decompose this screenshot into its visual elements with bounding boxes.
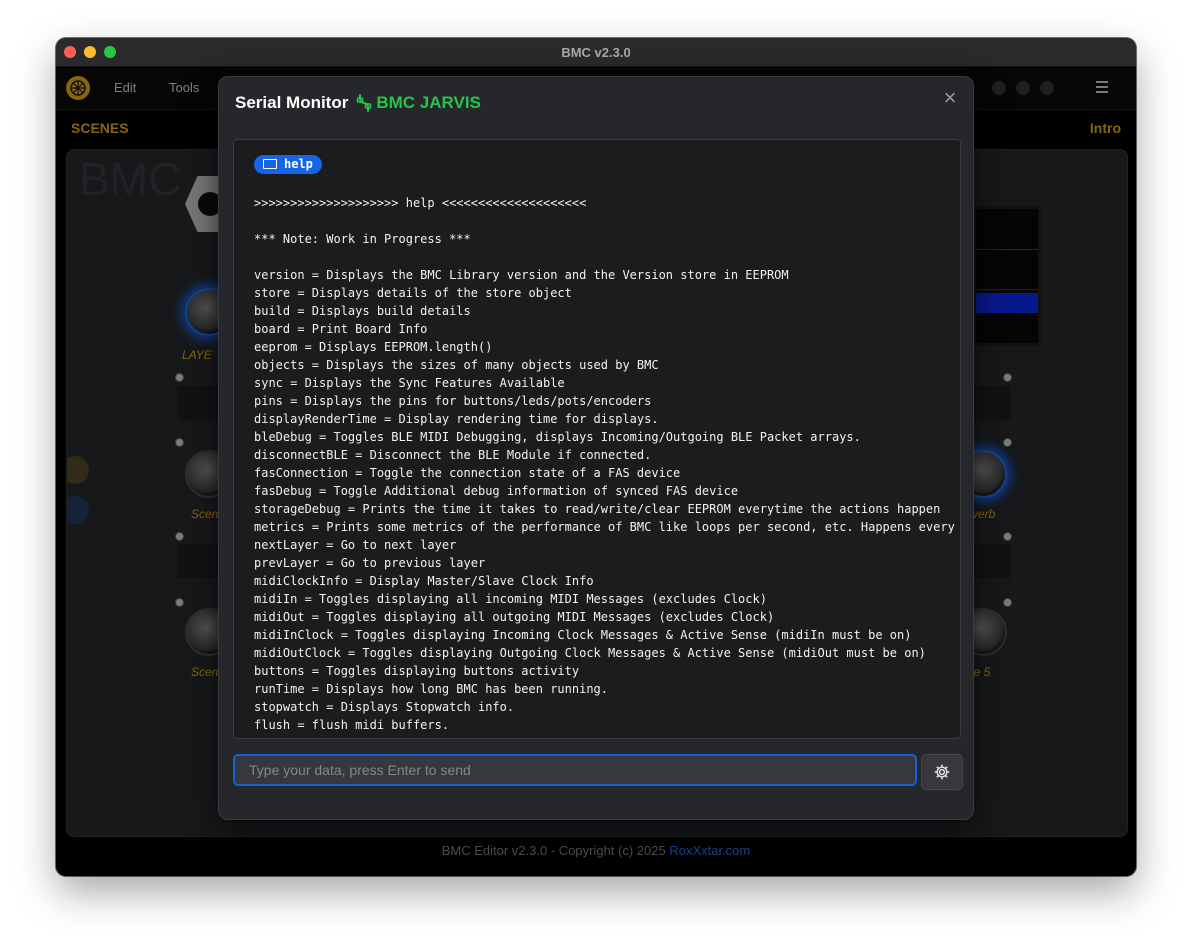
output-line: prevLayer = Go to previous layer xyxy=(254,556,486,570)
output-line: buttons = Toggles displaying buttons act… xyxy=(254,664,580,678)
serial-input[interactable] xyxy=(233,754,917,786)
gear-icon xyxy=(934,764,950,780)
settings-button[interactable] xyxy=(921,754,963,790)
output-lines: >>>>>>>>>>>>>>>>>>>> help <<<<<<<<<<<<<<… xyxy=(254,194,955,734)
output-line: bleDebug = Toggles BLE MIDI Debugging, d… xyxy=(254,430,861,444)
output-line xyxy=(254,248,955,266)
keyboard-icon xyxy=(263,159,277,169)
output-line: pins = Displays the pins for buttons/led… xyxy=(254,394,652,408)
output-line: runTime = Displays how long BMC has been… xyxy=(254,682,609,696)
output-line: >>>>>>>>>>>>>>>>>>>> help <<<<<<<<<<<<<<… xyxy=(254,196,587,210)
window-title: BMC v2.3.0 xyxy=(561,45,631,60)
output-line: midiClockInfo = Display Master/Slave Clo… xyxy=(254,574,594,588)
output-line: stopwatch = Displays Stopwatch info. xyxy=(254,700,515,714)
output-line: metrics = Prints some metrics of the per… xyxy=(254,520,955,534)
output-line: version = Displays the BMC Library versi… xyxy=(254,268,789,282)
output-line: store = Displays details of the store ob… xyxy=(254,286,572,300)
device-name: BMC JARVIS xyxy=(376,93,481,112)
output-line: nextLayer = Go to next layer xyxy=(254,538,457,552)
output-line: build = Displays build details xyxy=(254,304,471,318)
serial-monitor-dialog: Serial Monitor BMC JARVIS × help >>>>>>>… xyxy=(218,76,974,820)
output-line: displayRenderTime = Display rendering ti… xyxy=(254,412,659,426)
output-line: storageDebug = Prints the time it takes … xyxy=(254,502,941,516)
output-line xyxy=(254,212,955,230)
command-badge: help xyxy=(254,155,322,174)
output-line: *** Note: Work in Progress *** xyxy=(254,232,471,246)
command-text: help xyxy=(284,157,313,171)
output-line: midiIn = Toggles displaying all incoming… xyxy=(254,592,767,606)
output-line: disconnectBLE = Disconnect the BLE Modul… xyxy=(254,448,652,462)
dialog-title-text: Serial Monitor xyxy=(235,93,349,112)
output-line: midiOutClock = Toggles displaying Outgoi… xyxy=(254,646,926,660)
output-line: sync = Displays the Sync Features Availa… xyxy=(254,376,565,390)
output-line: fasConnection = Toggle the connection st… xyxy=(254,466,681,480)
device-indicator: BMC JARVIS xyxy=(356,93,481,113)
output-line: midiInClock = Toggles displaying Incomin… xyxy=(254,628,912,642)
output-line: eeprom = Displays EEPROM.length() xyxy=(254,340,493,354)
serial-output[interactable]: help >>>>>>>>>>>>>>>>>>>> help <<<<<<<<<… xyxy=(233,139,961,739)
output-line: fasDebug = Toggle Additional debug infor… xyxy=(254,484,739,498)
output-line: objects = Displays the sizes of many obj… xyxy=(254,358,659,372)
close-icon[interactable]: × xyxy=(941,87,959,109)
title-bar: BMC v2.3.0 xyxy=(56,38,1136,67)
dialog-title: Serial Monitor BMC JARVIS xyxy=(235,93,481,113)
input-row xyxy=(233,754,963,790)
output-line: board = Print Board Info xyxy=(254,322,428,336)
output-line: flush = flush midi buffers. xyxy=(254,718,450,732)
output-line: midiOut = Toggles displaying all outgoin… xyxy=(254,610,775,624)
usb-plug-icon xyxy=(357,94,372,112)
